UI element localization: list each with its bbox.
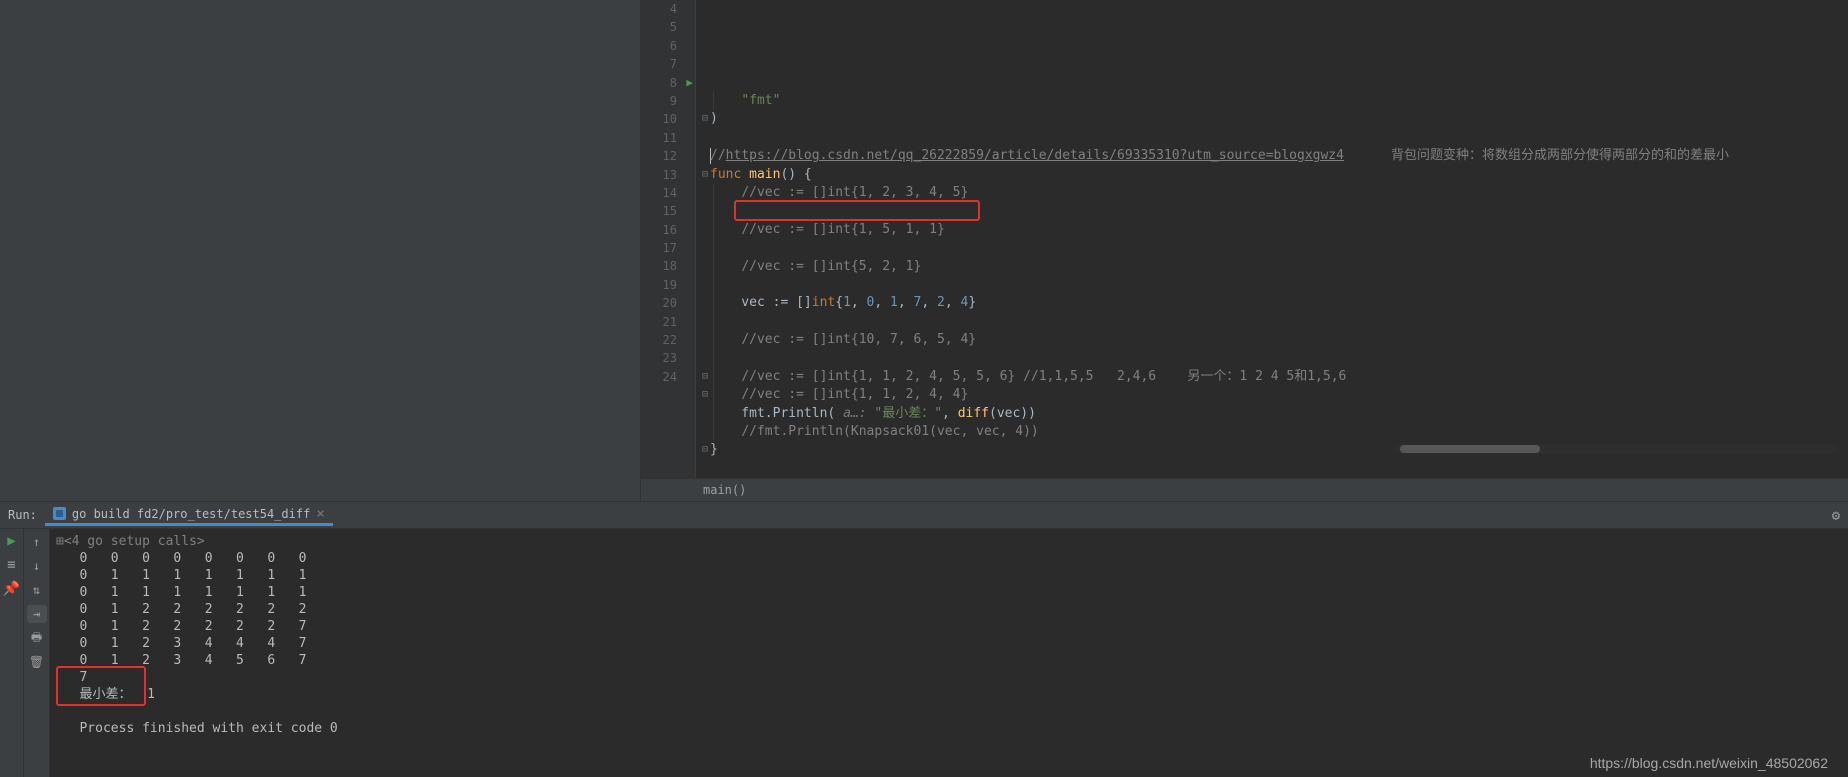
project-sidebar: [0, 0, 641, 501]
code-line[interactable]: ⊟ //vec := []int{1, 1, 2, 4, 5, 5, 6} //…: [700, 368, 1848, 386]
console-line: 0 1 2 3 4 4 4 7: [56, 635, 1842, 652]
console-line: 0 0 0 0 0 0 0 0: [56, 550, 1842, 567]
console-line: 0 1 1 1 1 1 1 1: [56, 584, 1842, 601]
code-line[interactable]: [700, 276, 1848, 294]
run-label: Run:: [0, 508, 45, 522]
play-icon[interactable]: ▶: [7, 533, 15, 549]
print-icon[interactable]: 🖶: [27, 629, 47, 647]
editor-pane: 45678▶9101112131415161718192021222324 "f…: [641, 0, 1848, 501]
code-line[interactable]: //vec := []int{10, 7, 6, 5, 4}: [700, 331, 1848, 349]
code-line[interactable]: //vec := []int{5, 2, 1}: [700, 258, 1848, 276]
scroll-up-icon[interactable]: ↑: [27, 533, 47, 551]
code-line[interactable]: vec := []int{1, 0, 1, 7, 2, 4}: [700, 294, 1848, 312]
console-line: 0 1 2 2 2 2 2 7: [56, 618, 1842, 635]
console-exit-line: Process finished with exit code 0: [56, 720, 1842, 737]
breadcrumb[interactable]: main(): [641, 478, 1848, 501]
gear-icon[interactable]: ⚙: [1832, 508, 1840, 524]
soft-wrap-icon[interactable]: ⇅: [27, 581, 47, 599]
go-file-icon: [53, 507, 66, 520]
code-line[interactable]: [700, 350, 1848, 368]
code-line[interactable]: [700, 239, 1848, 257]
code-line[interactable]: ⊟): [700, 110, 1848, 128]
run-toolbar: Run: go build fd2/pro_test/test54_diff ×…: [0, 501, 1848, 529]
console-setup-fold[interactable]: ⊞<4 go setup calls>: [56, 533, 1842, 550]
code-line[interactable]: //vec := []int{1, 5, 1, 1}: [700, 221, 1848, 239]
trash-icon[interactable]: 🗑: [27, 653, 47, 671]
console-line: 7: [56, 669, 1842, 686]
close-icon[interactable]: ×: [316, 506, 324, 522]
code-line[interactable]: [700, 129, 1848, 147]
code-line[interactable]: [700, 202, 1848, 220]
run-left-toolbar: ▶ ≡ 📌: [0, 529, 24, 777]
code-area[interactable]: "fmt"⊟) //https://blog.csdn.net/qq_26222…: [696, 0, 1848, 478]
scroll-down-icon[interactable]: ↓: [27, 557, 47, 575]
code-line[interactable]: //vec := []int{1, 2, 3, 4, 5}: [700, 184, 1848, 202]
code-line[interactable]: [700, 460, 1848, 478]
watermark-text: https://blog.csdn.net/weixin_48502062: [1590, 755, 1828, 771]
code-line[interactable]: ⊟func main() {: [700, 166, 1848, 184]
code-line[interactable]: [700, 313, 1848, 331]
code-line[interactable]: //fmt.Println(Knapsack01(vec, vec, 4)): [700, 423, 1848, 441]
run-config-tab[interactable]: go build fd2/pro_test/test54_diff ×: [45, 504, 333, 526]
run-config-title: go build fd2/pro_test/test54_diff: [72, 507, 310, 521]
console-result-line: 最小差： 1: [56, 686, 1842, 703]
threads-icon[interactable]: ≡: [7, 557, 15, 573]
code-line[interactable]: fmt.Println( a…: "最小差：", diff(vec)): [700, 405, 1848, 423]
console-output[interactable]: ⊞<4 go setup calls> 0 0 0 0 0 0 0 0 0 1 …: [50, 529, 1848, 777]
code-line[interactable]: ⊟ //vec := []int{1, 1, 2, 4, 4}: [700, 386, 1848, 404]
line-gutter: 45678▶9101112131415161718192021222324: [641, 0, 696, 478]
console-line: 0 1 2 2 2 2 2 2: [56, 601, 1842, 618]
console-line: 0 1 1 1 1 1 1 1: [56, 567, 1842, 584]
code-line[interactable]: //https://blog.csdn.net/qq_26222859/arti…: [700, 147, 1848, 165]
console-line: 0 1 2 3 4 5 6 7: [56, 652, 1842, 669]
scroll-to-end-icon[interactable]: ⇥: [27, 605, 47, 623]
pin-icon[interactable]: 📌: [3, 581, 20, 597]
code-line[interactable]: "fmt": [700, 92, 1848, 110]
code-line[interactable]: ⊟}: [700, 441, 1848, 459]
console-toolbar: ↑ ↓ ⇅ ⇥ 🖶 🗑: [24, 529, 50, 777]
